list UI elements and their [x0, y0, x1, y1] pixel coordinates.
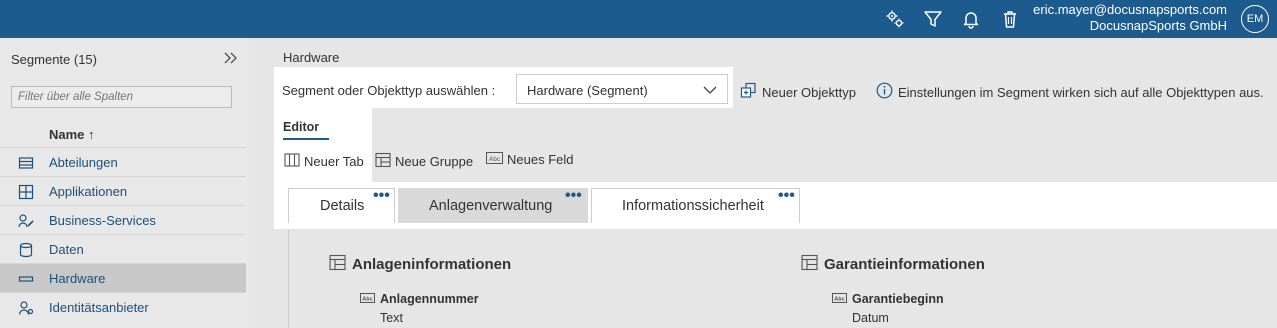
page-title: Hardware [283, 50, 340, 65]
group-icon [329, 254, 346, 275]
new-group-button[interactable]: Neue Gruppe [375, 152, 473, 171]
new-tab-label: Neuer Tab [304, 154, 364, 169]
new-field-icon: Abc [486, 152, 503, 167]
sidebar-title: Segmente (15) [11, 52, 97, 67]
segment-select-label: Segment oder Objekttyp auswählen : [282, 83, 496, 98]
field-name: Anlagennummer [380, 292, 479, 306]
info-note: Einstellungen im Segment wirken sich auf… [876, 82, 1264, 102]
settings-icon[interactable] [884, 8, 906, 30]
tab-label: Details [320, 198, 365, 214]
sidebar-item-abteilungen[interactable]: Abteilungen [0, 147, 246, 176]
sidebar-item-label: Identitätsanbieter [49, 300, 149, 315]
group-title: Garantieinformationen [824, 256, 985, 273]
filter-icon[interactable] [922, 8, 944, 30]
new-field-button[interactable]: Abc Neues Feld [486, 152, 573, 167]
sidebar-item-daten[interactable]: Daten [0, 234, 246, 263]
sidebar-item-label: Daten [49, 242, 84, 257]
filter-input[interactable] [11, 86, 232, 108]
avatar[interactable]: EM [1241, 5, 1269, 33]
group-icon [801, 254, 818, 275]
tab-editor[interactable]: Editor [283, 120, 329, 140]
sidebar-item-label: Abteilungen [49, 155, 118, 170]
field-name: Garantiebeginn [852, 292, 944, 306]
new-group-label: Neue Gruppe [395, 154, 474, 169]
user-company: DocusnapSports GmbH [1089, 18, 1227, 33]
new-field-label: Neues Feld [507, 152, 574, 167]
new-group-icon [375, 152, 391, 171]
tab-label: Anlagenverwaltung [429, 198, 553, 214]
sidebar-item-label: Business-Services [49, 213, 156, 228]
column-header-name[interactable]: Name ↑ [49, 127, 95, 142]
tab-menu-icon[interactable]: ••• [565, 187, 582, 205]
field-type: Datum [852, 311, 889, 325]
new-objecttype-icon [740, 82, 757, 102]
department-icon [18, 155, 34, 171]
sidebar-item-label: Applikationen [49, 184, 128, 199]
top-bar: eric.mayer@docusnapsports.com DocusnapSp… [0, 0, 1277, 38]
text-field-icon: Abc [832, 292, 847, 306]
applications-icon [18, 184, 34, 200]
collapse-sidebar-icon[interactable] [222, 50, 240, 66]
database-icon [18, 242, 34, 258]
new-objecttype-button[interactable]: Neuer Objekttyp [740, 82, 856, 102]
tab-anlagenverwaltung[interactable]: Anlagenverwaltung ••• [398, 187, 588, 223]
identity-icon [18, 300, 34, 316]
tab-label: Informationssicherheit [622, 198, 764, 214]
business-services-icon [18, 213, 34, 229]
user-info[interactable]: eric.mayer@docusnapsports.com DocusnapSp… [1033, 2, 1227, 34]
svg-text:Abc: Abc [362, 296, 372, 302]
group-title: Anlageninformationen [352, 256, 512, 273]
info-text: Einstellungen im Segment wirken sich auf… [898, 84, 1264, 100]
sidebar-item-identitaetsanbieter[interactable]: Identitätsanbieter [0, 292, 246, 321]
tab-details[interactable]: Details ••• [288, 187, 395, 223]
field-anlagennummer[interactable]: Abc Anlagennummer [360, 292, 479, 306]
sidebar-item-label: Hardware [49, 271, 106, 286]
segment-select-value: Hardware (Segment) [527, 83, 648, 98]
group-garantieinformationen[interactable]: Garantieinformationen [801, 254, 985, 275]
field-garantiebeginn[interactable]: Abc Garantiebeginn [832, 292, 944, 306]
svg-text:Abc: Abc [489, 156, 501, 163]
new-objecttype-label: Neuer Objekttyp [762, 84, 856, 100]
tab-informationssicherheit[interactable]: Informationssicherheit ••• [591, 187, 800, 223]
text-field-icon: Abc [360, 292, 375, 306]
tabs-panel: Details ••• Anlagenverwaltung ••• Inform… [274, 182, 1277, 229]
new-tab-button[interactable]: Neuer Tab [284, 152, 364, 171]
field-type: Text [380, 311, 403, 325]
tab-menu-icon[interactable]: ••• [373, 187, 390, 205]
sidebar-item-applikationen[interactable]: Applikationen [0, 176, 246, 205]
trash-icon[interactable] [999, 8, 1021, 30]
segments-sidebar: Segmente (15) Name ↑ Abteilungen Applika… [0, 38, 250, 328]
info-icon [876, 82, 893, 102]
sidebar-item-hardware[interactable]: Hardware [0, 263, 246, 292]
chevron-down-icon [703, 84, 717, 96]
new-tab-icon [284, 152, 300, 171]
tab-menu-icon[interactable]: ••• [778, 187, 795, 205]
group-anlageninformationen[interactable]: Anlageninformationen [329, 254, 511, 275]
user-email: eric.mayer@docusnapsports.com [1033, 2, 1227, 17]
svg-text:Abc: Abc [834, 296, 844, 302]
sidebar-item-business-services[interactable]: Business-Services [0, 205, 246, 234]
tab-content: Anlageninformationen Abc Anlagennummer T… [288, 229, 1277, 328]
bell-icon[interactable] [960, 8, 982, 30]
segment-select[interactable]: Hardware (Segment) [516, 74, 728, 104]
hardware-icon [18, 271, 34, 287]
segment-selector-panel: Segment oder Objekttyp auswählen : Hardw… [274, 67, 733, 108]
